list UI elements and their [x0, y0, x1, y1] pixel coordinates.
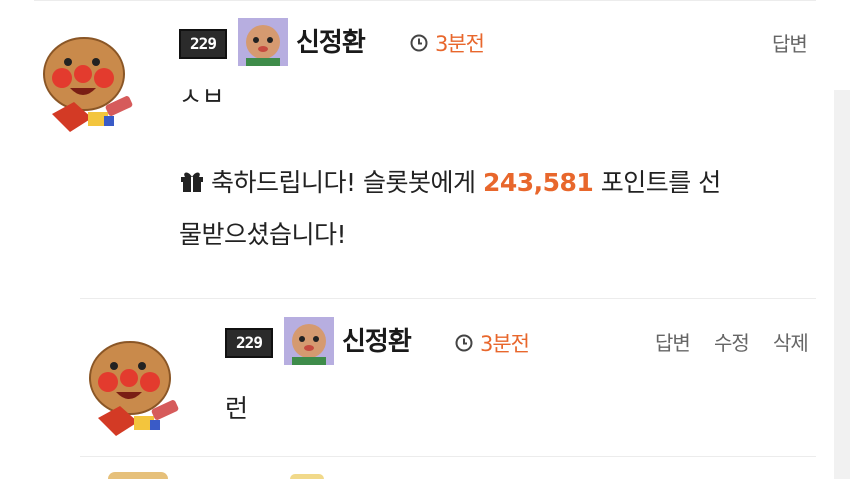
user-icon[interactable] — [284, 317, 334, 365]
gift-points: 243,581 — [482, 168, 594, 197]
scroll-track[interactable] — [834, 90, 850, 479]
avatar[interactable] — [34, 22, 144, 132]
reply-button[interactable]: 답변 — [655, 327, 691, 356]
next-comment-avatar-peek — [108, 472, 168, 479]
comment-divider — [80, 298, 816, 299]
edit-button[interactable]: 수정 — [714, 327, 750, 356]
gift-text-after: 포인트를 선 — [600, 168, 721, 197]
timestamp: 3분전 — [410, 28, 485, 58]
level-badge: 229 — [225, 328, 273, 358]
reply-button[interactable]: 답변 — [772, 28, 808, 57]
delete-button[interactable]: 삭제 — [773, 327, 809, 356]
clock-icon — [455, 334, 473, 352]
comment-text: 런 — [225, 394, 248, 423]
top-divider — [34, 0, 816, 1]
timestamp: 3분전 — [455, 328, 530, 358]
time-text: 3분전 — [435, 32, 485, 56]
gift-line-1: 축하드립니다! 슬롯봇에게 243,581 포인트를 선 — [179, 157, 819, 209]
gift-message: 축하드립니다! 슬롯봇에게 243,581 포인트를 선 물받으셨습니다! — [179, 157, 819, 261]
gift-text-before: 축하드립니다! 슬롯봇에게 — [211, 168, 476, 197]
anpanman-avatar-icon — [89, 341, 179, 436]
gift-icon — [181, 172, 203, 192]
clock-icon — [410, 34, 428, 52]
gift-line-2: 물받으셨습니다! — [179, 220, 347, 249]
next-comment-icon-peek — [290, 474, 324, 479]
anpanman-avatar-icon — [43, 37, 133, 132]
username[interactable]: 신정환 — [296, 22, 366, 59]
level-badge: 229 — [179, 29, 227, 59]
avatar[interactable] — [80, 326, 190, 436]
username[interactable]: 신정환 — [342, 321, 412, 358]
comment-divider — [80, 456, 816, 457]
user-icon[interactable] — [238, 18, 288, 66]
time-text: 3분전 — [480, 332, 530, 356]
comment-text-partial: ㅅㅂ — [179, 88, 225, 111]
